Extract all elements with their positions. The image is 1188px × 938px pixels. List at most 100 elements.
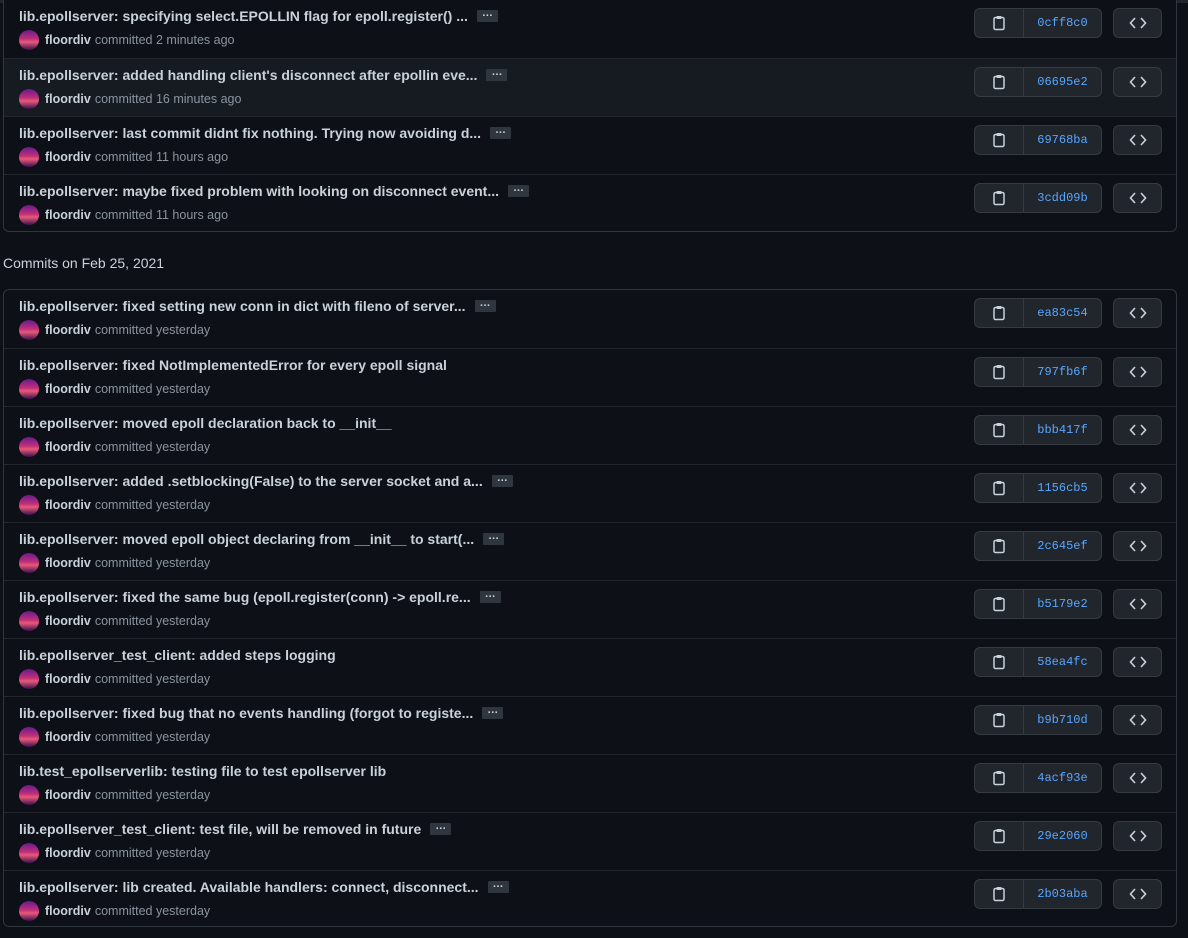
copy-sha-button[interactable]	[975, 68, 1024, 96]
commit-message-link[interactable]: lib.epollserver: added .setblocking(Fals…	[19, 473, 483, 489]
commit-message-link[interactable]: lib.epollserver: lib created. Available …	[19, 879, 479, 895]
avatar[interactable]	[19, 437, 39, 457]
commit-sha-link[interactable]: 4acf93e	[1024, 764, 1101, 792]
browse-repo-button[interactable]	[1113, 531, 1162, 561]
copy-sha-button[interactable]	[975, 184, 1024, 212]
avatar[interactable]	[19, 205, 39, 225]
copy-sha-button[interactable]	[975, 416, 1024, 444]
copy-sha-button[interactable]	[975, 880, 1024, 908]
browse-repo-button[interactable]	[1113, 415, 1162, 445]
expand-message-button[interactable]: …	[486, 67, 508, 81]
commit-author-link[interactable]: floordiv	[45, 846, 91, 860]
avatar[interactable]	[19, 611, 39, 631]
commit-author-link[interactable]: floordiv	[45, 498, 91, 512]
avatar[interactable]	[19, 843, 39, 863]
expand-message-button[interactable]: …	[476, 8, 498, 22]
commit-sha-link[interactable]: ea83c54	[1024, 299, 1101, 327]
browse-repo-button[interactable]	[1113, 183, 1162, 213]
commit-author-link[interactable]: floordiv	[45, 382, 91, 396]
commit-sha-link[interactable]: 797fb6f	[1024, 358, 1101, 386]
commit-author-link[interactable]: floordiv	[45, 92, 91, 106]
browse-repo-button[interactable]	[1113, 589, 1162, 619]
avatar[interactable]	[19, 669, 39, 689]
commit-sha-link[interactable]: b9b710d	[1024, 706, 1101, 734]
commit-author-link[interactable]: floordiv	[45, 440, 91, 454]
browse-repo-button[interactable]	[1113, 8, 1162, 38]
commit-sha-link[interactable]: 06695e2	[1024, 68, 1101, 96]
commit-author-link[interactable]: floordiv	[45, 904, 91, 918]
commit-sha-link[interactable]: 58ea4fc	[1024, 648, 1101, 676]
avatar[interactable]	[19, 320, 39, 340]
expand-message-button[interactable]: …	[508, 183, 529, 197]
browse-repo-button[interactable]	[1113, 125, 1162, 155]
commit-author-link[interactable]: floordiv	[45, 208, 91, 222]
commit-author-link[interactable]: floordiv	[45, 614, 91, 628]
commit-author-link[interactable]: floordiv	[45, 788, 91, 802]
copy-sha-button[interactable]	[975, 648, 1024, 676]
commit-author-link[interactable]: floordiv	[45, 33, 91, 47]
avatar[interactable]	[19, 553, 39, 573]
commit-sha-link[interactable]: bbb417f	[1024, 416, 1101, 444]
browse-repo-button[interactable]	[1113, 298, 1162, 328]
copy-sha-button[interactable]	[975, 764, 1024, 792]
commit-sha-link[interactable]: 0cff8c0	[1024, 9, 1101, 37]
browse-repo-button[interactable]	[1113, 705, 1162, 735]
expand-message-button[interactable]: …	[483, 531, 505, 545]
copy-sha-button[interactable]	[975, 706, 1024, 734]
commit-message-link[interactable]: lib.test_epollserverlib: testing file to…	[19, 763, 386, 779]
commit-author-link[interactable]: floordiv	[45, 556, 91, 570]
commit-message-link[interactable]: lib.epollserver: moved epoll object decl…	[19, 531, 474, 547]
commit-message-link[interactable]: lib.epollserver: fixed setting new conn …	[19, 298, 466, 314]
commit-sha-link[interactable]: 2c645ef	[1024, 532, 1101, 560]
commit-sha-link[interactable]: 2b03aba	[1024, 880, 1101, 908]
expand-message-button[interactable]: …	[430, 821, 452, 835]
commit-sha-link[interactable]: 29e2060	[1024, 822, 1101, 850]
browse-repo-button[interactable]	[1113, 763, 1162, 793]
avatar[interactable]	[19, 30, 39, 50]
expand-message-button[interactable]: …	[487, 879, 509, 893]
commit-message-link[interactable]: lib.epollserver: fixed bug that no event…	[19, 705, 473, 721]
browse-repo-button[interactable]	[1113, 473, 1162, 503]
commit-message-link[interactable]: lib.epollserver: maybe fixed problem wit…	[19, 183, 499, 199]
copy-sha-button[interactable]	[975, 590, 1024, 618]
expand-message-button[interactable]: …	[474, 298, 496, 312]
commit-author-link[interactable]: floordiv	[45, 672, 91, 686]
commit-message-link[interactable]: lib.epollserver_test_client: test file, …	[19, 821, 421, 837]
avatar[interactable]	[19, 901, 39, 921]
copy-sha-button[interactable]	[975, 822, 1024, 850]
avatar[interactable]	[19, 495, 39, 515]
expand-message-button[interactable]: …	[482, 705, 504, 719]
commit-author-link[interactable]: floordiv	[45, 730, 91, 744]
browse-repo-button[interactable]	[1113, 879, 1162, 909]
commit-message-link[interactable]: lib.epollserver_test_client: added steps…	[19, 647, 336, 663]
commit-sha-link[interactable]: 1156cb5	[1024, 474, 1101, 502]
commit-author-link[interactable]: floordiv	[45, 150, 91, 164]
commit-message-link[interactable]: lib.epollserver: last commit didnt fix n…	[19, 125, 481, 141]
avatar[interactable]	[19, 785, 39, 805]
commit-sha-link[interactable]: 69768ba	[1024, 126, 1101, 154]
copy-sha-button[interactable]	[975, 532, 1024, 560]
copy-sha-button[interactable]	[975, 126, 1024, 154]
expand-message-button[interactable]: …	[490, 125, 512, 139]
commit-message-link[interactable]: lib.epollserver: moved epoll declaration…	[19, 415, 392, 431]
browse-repo-button[interactable]	[1113, 647, 1162, 677]
commit-sha-link[interactable]: 3cdd09b	[1024, 184, 1101, 212]
copy-sha-button[interactable]	[975, 474, 1024, 502]
commit-sha-link[interactable]: b5179e2	[1024, 590, 1101, 618]
browse-repo-button[interactable]	[1113, 67, 1162, 97]
copy-sha-button[interactable]	[975, 358, 1024, 386]
avatar[interactable]	[19, 89, 39, 109]
expand-message-button[interactable]: …	[479, 589, 501, 603]
copy-sha-button[interactable]	[975, 299, 1024, 327]
browse-repo-button[interactable]	[1113, 821, 1162, 851]
commit-message-link[interactable]: lib.epollserver: specifying select.EPOLL…	[19, 8, 468, 24]
commit-author-link[interactable]: floordiv	[45, 323, 91, 337]
avatar[interactable]	[19, 727, 39, 747]
commit-message-link[interactable]: lib.epollserver: fixed NotImplementedErr…	[19, 357, 447, 373]
copy-sha-button[interactable]	[975, 9, 1024, 37]
commit-message-link[interactable]: lib.epollserver: fixed the same bug (epo…	[19, 589, 471, 605]
browse-repo-button[interactable]	[1113, 357, 1162, 387]
avatar[interactable]	[19, 147, 39, 167]
avatar[interactable]	[19, 379, 39, 399]
commit-message-link[interactable]: lib.epollserver: added handling client's…	[19, 67, 477, 83]
